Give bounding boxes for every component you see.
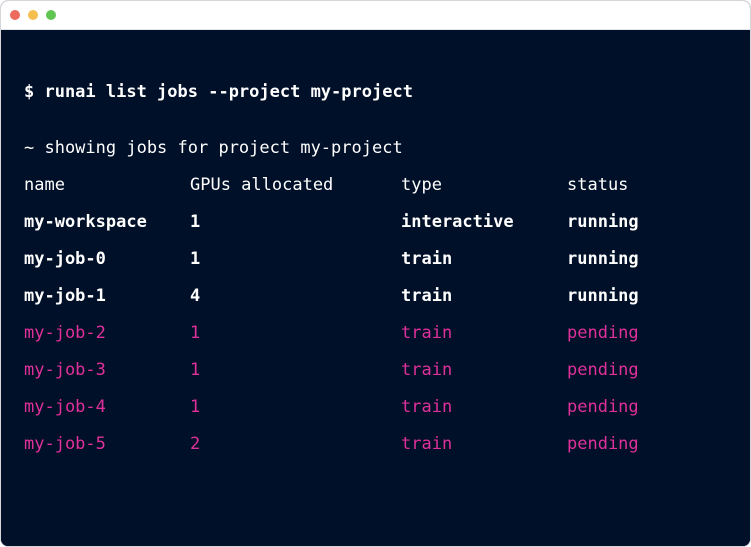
job-status: pending	[567, 434, 639, 454]
table-header: name GPUs allocated type status	[24, 174, 724, 196]
terminal-window: $ runai list jobs --project my-project ~…	[0, 0, 751, 547]
job-name: my-job-0	[24, 249, 106, 269]
column-header-gpus: GPUs allocated	[190, 175, 334, 195]
table-row: my-job-2 1 train pending	[24, 322, 724, 344]
terminal-output[interactable]: $ runai list jobs --project my-project ~…	[1, 30, 750, 546]
job-gpus: 1	[190, 397, 201, 417]
maximize-window-button[interactable]	[46, 10, 56, 20]
job-status: running	[567, 212, 639, 232]
window-titlebar	[1, 1, 750, 30]
job-status: running	[567, 286, 639, 306]
table-row: my-job-5 2 train pending	[24, 433, 724, 455]
job-type: train	[401, 323, 453, 343]
job-status: pending	[567, 360, 639, 380]
column-header-status: status	[567, 175, 629, 195]
job-status: pending	[567, 397, 639, 417]
job-type: train	[401, 286, 453, 306]
table-row: my-job-1 4 train running	[24, 285, 724, 307]
job-gpus: 2	[190, 434, 201, 454]
job-status: running	[567, 249, 639, 269]
column-header-name: name	[24, 175, 65, 195]
column-header-type: type	[401, 175, 442, 195]
job-gpus: 4	[190, 286, 201, 306]
job-type: train	[401, 360, 453, 380]
job-name: my-job-4	[24, 397, 106, 417]
table-row: my-workspace 1 interactive running	[24, 211, 724, 233]
job-name: my-workspace	[24, 212, 147, 232]
job-type: train	[401, 434, 453, 454]
output-comment: ~ showing jobs for project my-project	[24, 138, 403, 158]
job-name: my-job-5	[24, 434, 106, 454]
job-name: my-job-1	[24, 286, 106, 306]
job-status: pending	[567, 323, 639, 343]
job-name: my-job-2	[24, 323, 106, 343]
close-window-button[interactable]	[10, 10, 20, 20]
job-gpus: 1	[190, 212, 201, 232]
job-name: my-job-3	[24, 360, 106, 380]
table-row: my-job-0 1 train running	[24, 248, 724, 270]
job-type: train	[401, 397, 453, 417]
command-line: $ runai list jobs --project my-project	[24, 82, 413, 102]
job-gpus: 1	[190, 360, 201, 380]
table-row: my-job-4 1 train pending	[24, 396, 724, 418]
minimize-window-button[interactable]	[28, 10, 38, 20]
table-row: my-job-3 1 train pending	[24, 359, 724, 381]
job-type: interactive	[401, 212, 514, 232]
job-gpus: 1	[190, 323, 201, 343]
job-type: train	[401, 249, 453, 269]
job-gpus: 1	[190, 249, 201, 269]
